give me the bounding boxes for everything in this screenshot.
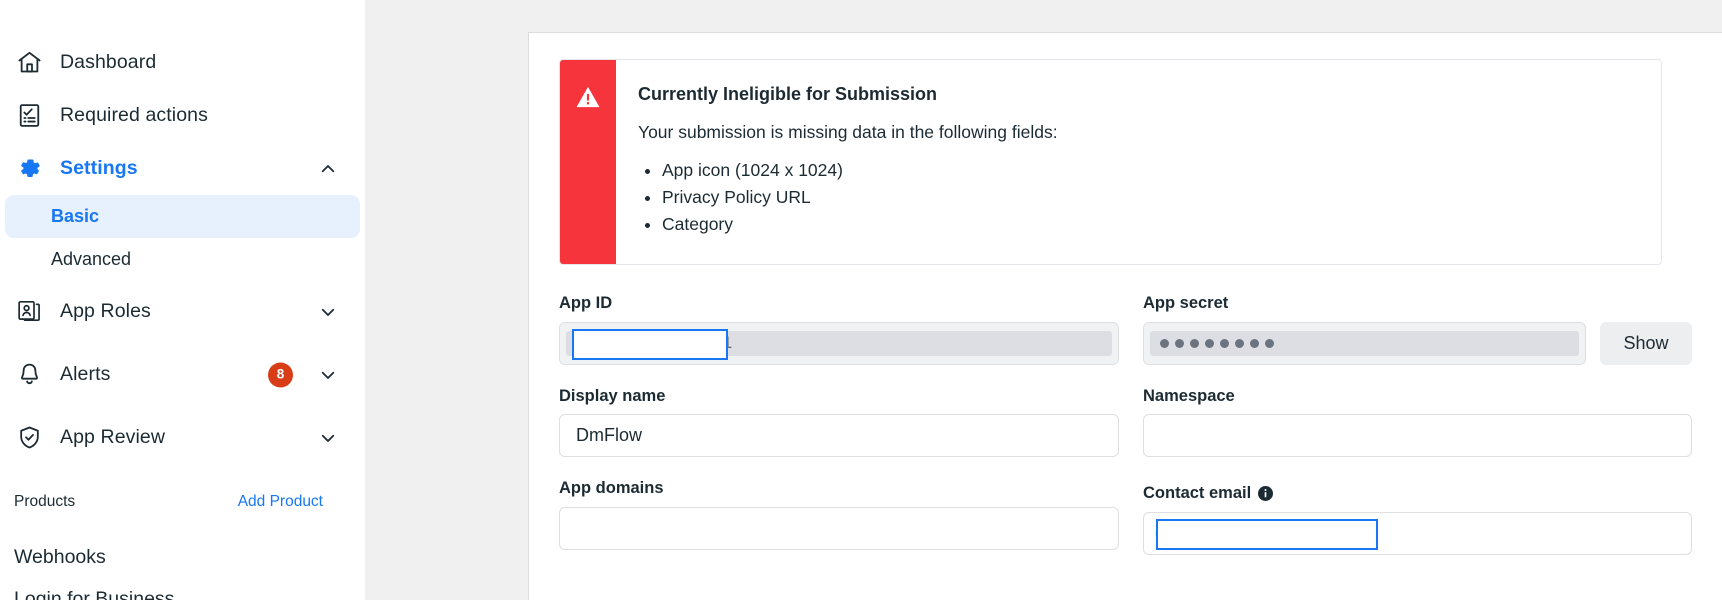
sidebar-item-label: App Review	[60, 426, 166, 448]
field-display-name: Display name DmFlow	[559, 388, 1119, 458]
id-badge-icon	[12, 298, 46, 325]
missing-fields-list: App icon (1024 x 1024) Privacy Policy UR…	[638, 157, 1058, 238]
field-app-secret: App secret Show	[1143, 295, 1692, 365]
namespace-label: Namespace	[1143, 386, 1235, 405]
sidebar-subitem-label: Basic	[51, 206, 100, 226]
product-item-webhooks[interactable]: Webhooks	[0, 546, 365, 568]
sidebar-item-label: Settings	[60, 157, 138, 179]
basic-settings-form: App ID 1234567891011121 App secret Show …	[559, 295, 1692, 578]
sidebar-item-dashboard[interactable]: Dashboard	[0, 36, 365, 89]
sidebar-item-required-actions[interactable]: Required actions	[0, 89, 365, 142]
sidebar-subitem-advanced[interactable]: Advanced	[5, 238, 360, 281]
alert-title: Currently Ineligible for Submission	[638, 84, 938, 104]
checklist-icon	[12, 102, 46, 129]
app-id-input[interactable]: 1234567891011121	[559, 321, 1119, 365]
display-name-value: DmFlow	[576, 425, 642, 446]
sidebar-subitem-basic[interactable]: Basic	[5, 195, 360, 238]
products-title: Products	[14, 493, 76, 510]
alert-description: Your submission is missing data in the f…	[638, 122, 1058, 142]
contact-email-placeholder: contact@yourdomain.com	[1154, 523, 1352, 543]
missing-field-item: App icon (1024 x 1024)	[662, 157, 1058, 184]
sidebar-item-app-review[interactable]: App Review	[0, 411, 365, 464]
show-secret-button[interactable]: Show	[1600, 321, 1692, 365]
app-settings-page: Dashboard Required actions Settings Basi…	[0, 0, 1722, 600]
chevron-up-icon[interactable]	[319, 160, 337, 178]
alert-body: Currently Ineligible for Submission Your…	[616, 60, 1082, 264]
display-name-input[interactable]: DmFlow	[559, 414, 1119, 458]
chevron-down-icon[interactable]	[319, 303, 337, 321]
add-product-button[interactable]: Add Product	[238, 493, 323, 511]
alerts-count-badge: 8	[268, 362, 293, 387]
contact-email-focus-overlay	[1156, 518, 1378, 550]
chevron-down-icon[interactable]	[319, 429, 337, 447]
contact-email-input[interactable]: contact@yourdomain.com	[1143, 511, 1692, 555]
settings-card: Currently Ineligible for Submission Your…	[528, 32, 1722, 600]
products-section-header: Products Add Product	[0, 480, 365, 524]
main-content: Currently Ineligible for Submission Your…	[365, 0, 1722, 600]
ineligible-alert: Currently Ineligible for Submission Your…	[559, 59, 1662, 266]
display-name-label: Display name	[559, 386, 666, 405]
gear-icon	[12, 155, 46, 182]
app-domains-input[interactable]	[559, 506, 1119, 550]
app-secret-input[interactable]	[1143, 321, 1586, 365]
app-domains-label: App domains	[559, 479, 664, 498]
app-id-label: App ID	[559, 294, 613, 313]
product-item-label: Login for Business	[14, 587, 175, 600]
field-namespace: Namespace	[1143, 388, 1692, 458]
sidebar-item-app-roles[interactable]: App Roles	[0, 285, 365, 338]
missing-field-item: Category	[662, 211, 1058, 238]
home-icon	[12, 49, 46, 76]
app-secret-label: App secret	[1143, 294, 1229, 313]
sidebar-item-label: Alerts	[60, 363, 111, 385]
shield-check-icon	[12, 424, 46, 451]
alert-stripe	[560, 60, 616, 265]
masked-dots	[1160, 338, 1274, 348]
missing-field-item: Privacy Policy URL	[662, 184, 1058, 211]
field-app-domains: App domains	[559, 480, 1119, 555]
sidebar-item-alerts[interactable]: Alerts 8	[0, 348, 365, 401]
product-item-label: Webhooks	[14, 546, 106, 568]
info-icon[interactable]	[1258, 486, 1274, 502]
sidebar: Dashboard Required actions Settings Basi…	[0, 0, 365, 600]
chevron-down-icon[interactable]	[319, 366, 337, 384]
product-item-login-for-business[interactable]: Login for Business	[0, 587, 365, 600]
sidebar-item-label: Required actions	[60, 104, 208, 126]
sidebar-item-label: Dashboard	[60, 51, 157, 73]
bell-icon	[12, 361, 46, 388]
contact-email-label: Contact email	[1143, 485, 1692, 502]
warning-triangle-icon	[575, 84, 601, 264]
sidebar-item-label: App Roles	[60, 300, 151, 322]
sidebar-item-settings[interactable]: Settings	[0, 142, 365, 195]
field-app-id: App ID 1234567891011121	[559, 295, 1119, 365]
sidebar-subitem-label: Advanced	[51, 249, 132, 269]
app-secret-row: Show	[1143, 321, 1692, 365]
app-secret-value	[1150, 330, 1579, 356]
app-id-value: 1234567891011121	[566, 330, 1112, 356]
field-contact-email: Contact email contact@yourdomain.com	[1143, 485, 1692, 555]
namespace-input[interactable]	[1143, 414, 1692, 458]
